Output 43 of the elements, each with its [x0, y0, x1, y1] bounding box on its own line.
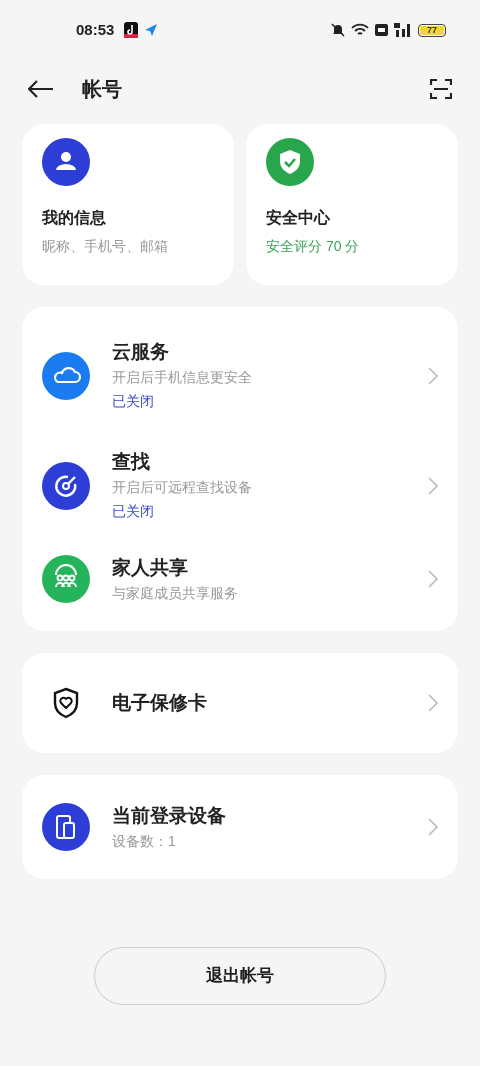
chevron-icon: [428, 477, 438, 495]
row-subtitle: 开启后可远程查找设备: [112, 478, 253, 497]
signal-icon: [394, 23, 412, 37]
settings-row[interactable]: 查找 开启后可远程查找设备 已关闭: [22, 431, 458, 541]
person-icon: [42, 138, 90, 186]
row-status: 已关闭: [112, 502, 155, 521]
wifi-icon: [351, 23, 369, 37]
account-tile[interactable]: 我的信息 昵称、手机号、邮箱: [22, 124, 234, 285]
devices-icon: [42, 803, 90, 851]
scan-icon[interactable]: [430, 78, 452, 100]
tile-title: 我的信息: [42, 208, 107, 228]
page-title: 帐号: [82, 77, 122, 102]
row-subtitle: 与家庭成员共享服务: [112, 584, 239, 603]
logout-button[interactable]: 退出帐号: [94, 947, 386, 1005]
chevron-icon: [428, 367, 438, 385]
tile-subtitle: 昵称、手机号、邮箱: [42, 237, 169, 256]
battery-level: 77: [420, 25, 444, 35]
send-arrow-icon: [144, 23, 159, 37]
tile-subtitle: 安全评分 70 分: [266, 237, 361, 256]
chevron-icon: [428, 818, 438, 836]
row-title: 当前登录设备: [112, 804, 227, 828]
row-title: 查找: [112, 450, 151, 474]
settings-row[interactable]: 家人共享 与家庭成员共享服务: [22, 541, 458, 617]
row-subtitle: 开启后手机信息更安全: [112, 368, 253, 387]
row-subtitle: 设备数：1: [112, 832, 177, 851]
back-arrow-icon[interactable]: [28, 80, 54, 98]
row-title: 家人共享: [112, 556, 189, 580]
tile-title: 安全中心: [266, 208, 331, 228]
settings-row[interactable]: 云服务 开启后手机信息更安全 已关闭: [22, 321, 458, 431]
bell-muted-icon: [331, 23, 345, 37]
radar-icon: [42, 462, 90, 510]
row-status: 已关闭: [112, 392, 155, 411]
shield-check-icon: [266, 138, 314, 186]
chevron-icon: [428, 570, 438, 588]
cloud-icon: [42, 352, 90, 400]
hd-icon: [375, 24, 388, 36]
chevron-icon: [428, 694, 438, 712]
row-title: 电子保修卡: [112, 691, 208, 715]
status-time: 08:53: [76, 19, 115, 40]
family-icon: [42, 555, 90, 603]
music-app-icon: [124, 22, 139, 38]
account-tile[interactable]: 安全中心 安全评分 70 分: [246, 124, 458, 285]
row-title: 云服务: [112, 340, 170, 364]
